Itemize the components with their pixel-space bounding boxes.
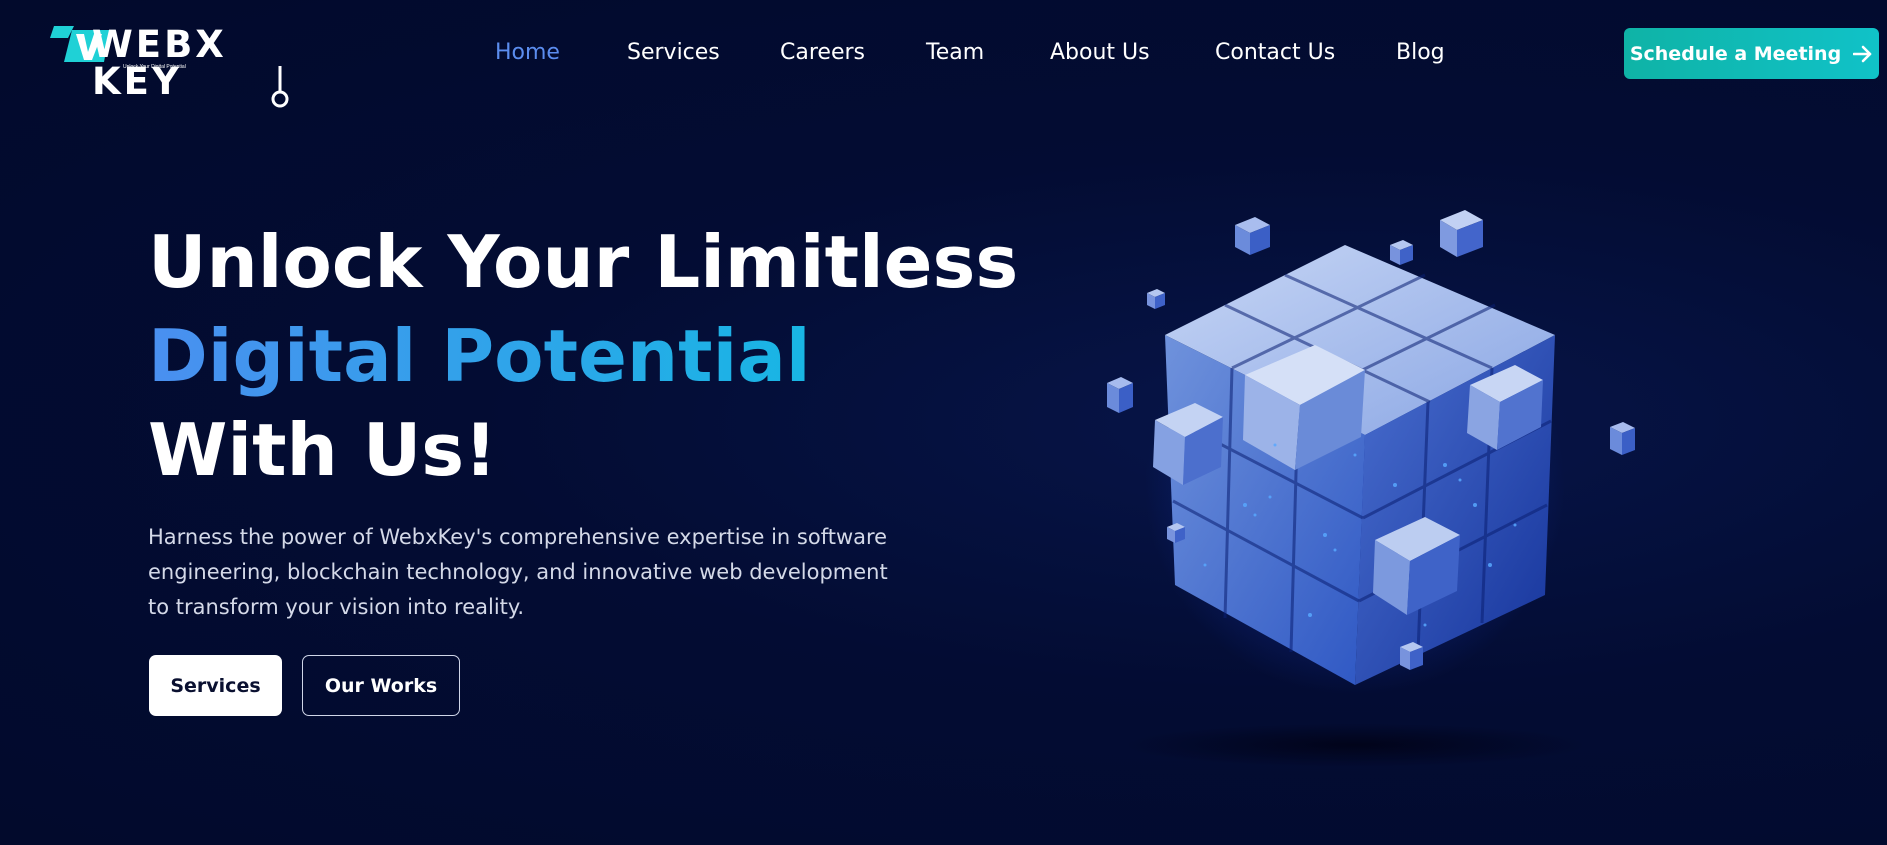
hero-description: Harness the power of WebxKey's comprehen… [148,525,888,619]
brand-tagline: Unlock Your Digital Potential [123,64,186,70]
key-icon [271,66,289,108]
nav-item-home[interactable]: Home [495,40,560,65]
schedule-meeting-label: Schedule a Meeting [1629,42,1842,65]
nav-item-team[interactable]: Team [926,40,984,65]
brand-name: WEBX KEY [92,23,227,103]
nav-item-services[interactable]: Services [627,40,720,65]
nav-item-careers[interactable]: Careers [780,40,865,65]
hero-title-line-1: Unlock Your Limitless [148,220,1019,304]
brand-logo[interactable]: WEBX KEY Unlock Your Digital Potential [50,22,290,108]
our-works-button[interactable]: Our Works [302,655,460,716]
services-button[interactable]: Services [149,655,282,716]
hero-title-highlight: Digital Potential [148,309,811,403]
nav-item-blog[interactable]: Blog [1396,40,1445,65]
blue-cube-illustration [1107,210,1635,767]
page: WEBX KEY Unlock Your Digital Potential H… [0,0,1887,845]
hero-title: Unlock Your Limitless Digital Potential … [148,215,1018,497]
hero-title-line-3: With Us! [148,408,497,492]
arrow-right-icon [1853,45,1872,62]
nav-item-contact-us[interactable]: Contact Us [1215,40,1335,65]
schedule-meeting-button[interactable]: Schedule a Meeting [1624,28,1879,79]
nav-item-about-us[interactable]: About Us [1050,40,1150,65]
site-header: WEBX KEY Unlock Your Digital Potential H… [0,0,1887,108]
